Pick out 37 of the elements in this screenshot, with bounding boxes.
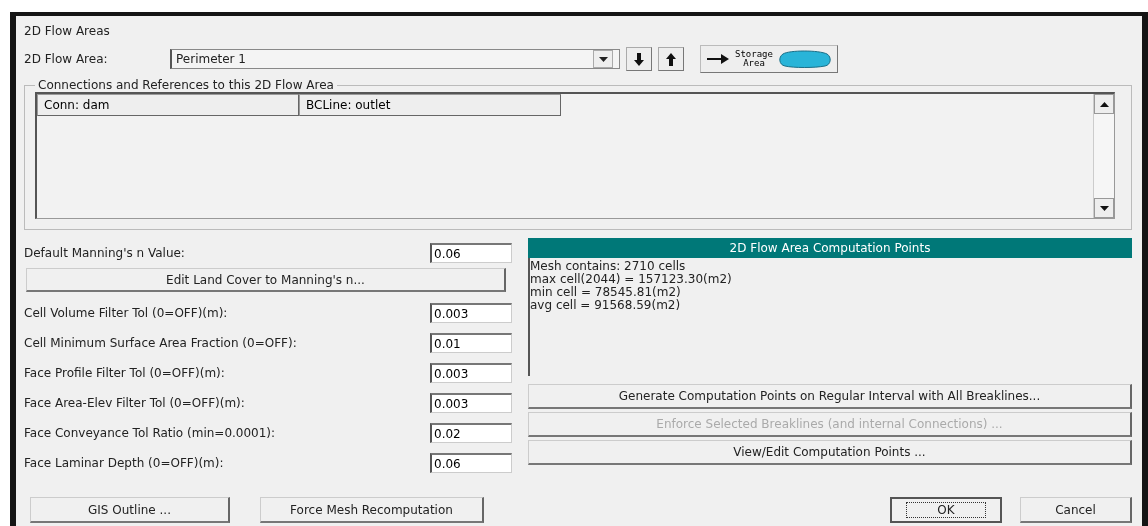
move-up-button[interactable] bbox=[658, 47, 684, 71]
vertical-scrollbar[interactable] bbox=[1093, 94, 1114, 218]
move-down-button[interactable] bbox=[626, 47, 652, 71]
down-arrow-icon bbox=[634, 52, 644, 66]
parameter-field[interactable]: 0.003 bbox=[430, 393, 512, 413]
computation-points-button[interactable]: Generate Computation Points on Regular Interval with All Breaklines... bbox=[528, 384, 1132, 409]
parameter-field[interactable]: 0.02 bbox=[430, 423, 512, 443]
flow-area-dropdown[interactable]: Perimeter 1 bbox=[170, 49, 620, 69]
up-arrow-icon bbox=[666, 52, 676, 66]
computation-points-button[interactable]: View/Edit Computation Points ... bbox=[528, 440, 1132, 465]
group-title: Connections and References to this 2D Flow Area bbox=[37, 78, 335, 92]
edit-land-cover-button[interactable]: Edit Land Cover to Manning's n... bbox=[26, 268, 506, 292]
panel-header: 2D Flow Area Computation Points bbox=[528, 238, 1132, 258]
connection-item[interactable]: BCLine: outlet bbox=[299, 94, 561, 116]
parameter-field[interactable]: 0.003 bbox=[430, 363, 512, 383]
mesh-info-text: Mesh contains: 2710 cells max cell(2044) = 157123.30(m2) min cell = 78545.81(m2) avg cell = 91568.59(m2) bbox=[528, 258, 1132, 376]
parameter-field[interactable]: 0.01 bbox=[430, 333, 512, 353]
parameter-label: Cell Minimum Surface Area Fraction (0=OFF): bbox=[24, 336, 297, 350]
dialog-button[interactable]: OK bbox=[890, 497, 1002, 523]
window-title: 2D Flow Areas bbox=[24, 23, 111, 40]
parameter-label: Face Profile Filter Tol (0=OFF)(m): bbox=[24, 366, 225, 380]
parameter-label: Default Manning's n Value: bbox=[24, 246, 185, 260]
dialog-button[interactable]: Cancel bbox=[1020, 497, 1132, 523]
flow-area-label: 2D Flow Area: bbox=[24, 52, 109, 66]
dialog-button[interactable]: GIS Outline ... bbox=[30, 497, 230, 523]
parameter-field[interactable]: 0.06 bbox=[430, 453, 512, 473]
storage-area-button[interactable]: Storage Area bbox=[700, 45, 838, 73]
connection-item[interactable]: Conn: dam bbox=[37, 94, 299, 116]
parameter-label: Face Laminar Depth (0=OFF)(m): bbox=[24, 456, 224, 470]
parameter-label: Face Area-Elev Filter Tol (0=OFF)(m): bbox=[24, 396, 245, 410]
right-arrow-icon bbox=[707, 54, 729, 64]
storage-area-icon bbox=[778, 50, 831, 68]
parameter-field[interactable]: 0.06 bbox=[430, 243, 512, 263]
parameter-label: Face Conveyance Tol Ratio (min=0.0001): bbox=[24, 426, 276, 440]
parameter-label: Cell Volume Filter Tol (0=OFF)(m): bbox=[24, 306, 228, 320]
parameter-field[interactable]: 0.003 bbox=[430, 303, 512, 323]
dialog-button[interactable]: Force Mesh Recomputation bbox=[260, 497, 484, 523]
